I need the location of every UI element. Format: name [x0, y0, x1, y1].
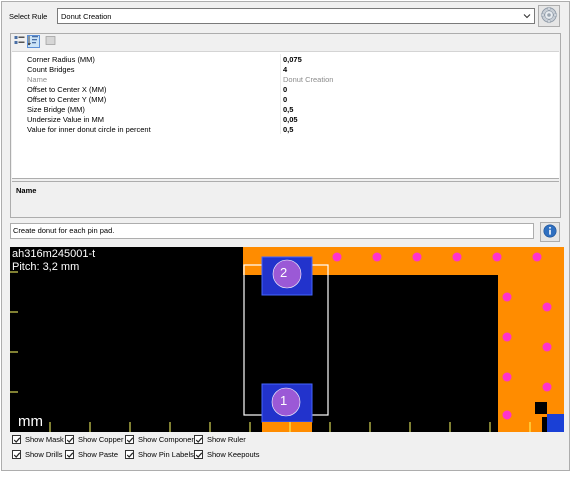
- footprint-preview[interactable]: 2 1 ah316m245001-t Pitch: 3,2 mm mm: [10, 247, 564, 432]
- property-value[interactable]: 0,075: [283, 55, 302, 64]
- property-row[interactable]: Value for inner donut circle in percent …: [12, 124, 559, 134]
- property-value[interactable]: 0,05: [283, 115, 298, 124]
- property-value[interactable]: 0,5: [283, 105, 293, 114]
- checkbox-box[interactable]: [12, 435, 21, 444]
- show-mask-checkbox[interactable]: Show Mask: [12, 434, 64, 445]
- checkbox-box[interactable]: [125, 450, 134, 459]
- pitch-label: Pitch: 3,2 mm: [12, 261, 80, 273]
- show-keepouts-checkbox[interactable]: Show Keepouts: [194, 449, 260, 460]
- checkbox-label: Show Keepouts: [207, 450, 260, 459]
- unit-label: mm: [18, 413, 43, 430]
- checkbox-box[interactable]: [65, 450, 74, 459]
- property-row[interactable]: Count Bridges 4: [12, 64, 559, 74]
- ruler-left: [10, 271, 18, 393]
- checkbox-label: Show Copper: [78, 435, 124, 444]
- show-ruler-checkbox[interactable]: Show Ruler: [194, 434, 246, 445]
- property-row[interactable]: Undersize Value in MM 0,05: [12, 114, 559, 124]
- property-name: Size Bridge (MM): [27, 105, 85, 114]
- checkbox-box[interactable]: [12, 450, 21, 459]
- show-copper-checkbox[interactable]: Show Copper: [65, 434, 123, 445]
- categorized-button[interactable]: [13, 35, 26, 48]
- checkbox-label: Show Component: [138, 435, 198, 444]
- keepout-block: [542, 417, 547, 432]
- rule-dropdown-value: Donut Creation: [61, 12, 112, 21]
- property-name: Undersize Value in MM: [27, 115, 104, 124]
- property-name: Name: [27, 75, 48, 84]
- pad-corner-block: [547, 414, 564, 432]
- checkbox-box[interactable]: [194, 435, 203, 444]
- categorized-icon: [14, 35, 25, 48]
- checkbox-box[interactable]: [194, 450, 203, 459]
- info-button[interactable]: [540, 222, 560, 242]
- select-rule-label: Select Rule: [9, 12, 48, 21]
- part-name: ah316m245001-t: [12, 248, 96, 260]
- property-value[interactable]: 0,5: [283, 125, 293, 134]
- show-component-checkbox[interactable]: Show Component: [125, 434, 198, 445]
- property-value[interactable]: 0: [283, 95, 287, 104]
- checkbox-label: Show Paste: [78, 450, 119, 459]
- pin-label-2: 2: [280, 265, 288, 280]
- checkbox-label: Show Pin Labels: [138, 450, 194, 459]
- property-name: Corner Radius (MM): [27, 55, 95, 64]
- property-grid: Corner Radius (MM) 0,075 Count Bridges 4…: [10, 33, 561, 218]
- alphabetical-button[interactable]: [27, 35, 40, 48]
- checkbox-box[interactable]: [65, 435, 74, 444]
- property-table: Corner Radius (MM) 0,075 Count Bridges 4…: [12, 51, 559, 179]
- property-name: Value for inner donut circle in percent: [27, 125, 151, 134]
- property-pages-icon: [45, 35, 56, 48]
- settings-button[interactable]: [538, 5, 560, 27]
- property-name: Count Bridges: [27, 65, 75, 74]
- keepout-block: [535, 402, 547, 414]
- chevron-down-icon[interactable]: [522, 11, 532, 21]
- property-value[interactable]: 4: [283, 65, 287, 74]
- description-title: Name: [16, 186, 37, 195]
- rule-dropdown[interactable]: Donut Creation: [57, 8, 535, 24]
- checkbox-label: Show Drills: [25, 450, 63, 459]
- property-row[interactable]: Size Bridge (MM) 0,5: [12, 104, 559, 114]
- hint-text: Create donut for each pin pad.: [13, 226, 115, 235]
- property-name: Offset to Center Y (MM): [27, 95, 107, 104]
- info-icon: [543, 224, 557, 240]
- pin-label-1: 1: [280, 393, 288, 408]
- property-description: Name: [12, 181, 559, 217]
- gear-icon: [540, 6, 558, 26]
- alphabetical-sort-icon: [27, 35, 39, 48]
- property-value: Donut Creation: [283, 75, 334, 84]
- hint-textbox: Create donut for each pin pad.: [10, 223, 534, 239]
- property-value[interactable]: 0: [283, 85, 287, 94]
- property-toolbar: [11, 34, 560, 50]
- checkbox-label: Show Mask: [25, 435, 64, 444]
- property-row[interactable]: Name Donut Creation: [12, 74, 559, 84]
- ruler-bottom: [49, 422, 531, 432]
- copper-strip: [262, 422, 312, 432]
- show-pin-labels-checkbox[interactable]: Show Pin Labels: [125, 449, 194, 460]
- checkbox-label: Show Ruler: [207, 435, 246, 444]
- show-paste-checkbox[interactable]: Show Paste: [65, 449, 118, 460]
- property-row[interactable]: Offset to Center Y (MM) 0: [12, 94, 559, 104]
- property-row[interactable]: Offset to Center X (MM) 0: [12, 84, 559, 94]
- show-drills-checkbox[interactable]: Show Drills: [12, 449, 63, 460]
- property-name: Offset to Center X (MM): [27, 85, 107, 94]
- property-row[interactable]: Corner Radius (MM) 0,075: [12, 54, 559, 64]
- checkbox-box[interactable]: [125, 435, 134, 444]
- property-pages-button[interactable]: [44, 35, 57, 48]
